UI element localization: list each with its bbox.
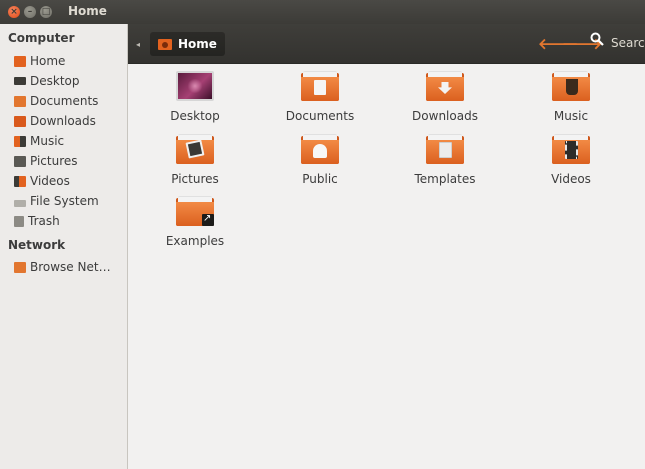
file-item-videos[interactable]: Videos [521, 134, 621, 186]
close-window-button[interactable]: × [8, 6, 20, 18]
desktop-folder-icon [176, 71, 214, 101]
maximize-window-button[interactable]: □ [40, 6, 52, 18]
public-folder-icon [301, 134, 339, 164]
sidebar-item-browse-network[interactable]: Browse Net… [14, 258, 126, 276]
file-item-label: Templates [414, 172, 476, 186]
pictures-icon [14, 155, 26, 167]
file-item-label: Downloads [412, 109, 478, 123]
home-folder-icon [14, 55, 26, 67]
minimize-icon: – [27, 7, 33, 17]
file-item-pictures[interactable]: Pictures [145, 134, 245, 186]
maximize-icon: □ [41, 7, 51, 17]
breadcrumb-label: Home [178, 37, 217, 51]
search-button-label[interactable]: Search [611, 36, 645, 50]
desktop-icon [14, 77, 26, 85]
downloads-icon [14, 115, 26, 127]
sidebar-item-label: Videos [30, 174, 70, 188]
close-icon: × [10, 7, 18, 17]
window-title: Home [68, 4, 107, 18]
file-item-music[interactable]: Music [521, 71, 621, 123]
file-item-desktop[interactable]: Desktop [145, 71, 245, 123]
file-item-public[interactable]: Public [270, 134, 370, 186]
file-item-label: Desktop [170, 109, 220, 123]
file-view[interactable]: Desktop Documents Downloads Music Pictur… [129, 64, 645, 469]
breadcrumb-home[interactable]: Home [150, 32, 225, 56]
examples-folder-icon: ↗ [176, 196, 214, 226]
sidebar-item-label: Trash [28, 214, 60, 228]
file-item-label: Videos [551, 172, 591, 186]
file-item-downloads[interactable]: Downloads [395, 71, 495, 123]
sidebar-item-label: File System [30, 194, 99, 208]
toolbar: ◂ Home 🡐 🡒 Search [128, 24, 645, 64]
sidebar-item-label: Desktop [30, 74, 80, 88]
drive-icon [14, 199, 26, 207]
trash-icon [14, 215, 24, 227]
documents-folder-icon [301, 71, 339, 101]
file-item-label: Examples [165, 234, 225, 248]
videos-icon [14, 175, 26, 187]
breadcrumb-left-arrow-icon[interactable]: ◂ [136, 40, 140, 49]
file-item-templates[interactable]: Templates [395, 134, 495, 186]
file-item-examples[interactable]: ↗ Examples [145, 196, 245, 248]
home-folder-icon [158, 38, 172, 50]
sidebar-item-desktop[interactable]: Desktop [14, 72, 126, 90]
downloads-folder-icon [426, 71, 464, 101]
symlink-arrow-icon: ↗ [203, 213, 212, 224]
file-item-label: Documents [285, 109, 355, 123]
file-item-label: Music [553, 109, 589, 123]
file-item-documents[interactable]: Documents [270, 71, 370, 123]
sidebar-item-documents[interactable]: Documents [14, 92, 126, 110]
documents-icon [14, 95, 26, 107]
sidebar-item-videos[interactable]: Videos [14, 172, 126, 190]
sidebar-item-label: Documents [30, 94, 99, 108]
sidebar-item-label: Pictures [30, 154, 78, 168]
sidebar-section-computer: Computer [8, 31, 75, 45]
sidebar-item-label: Downloads [30, 114, 96, 128]
sidebar-item-label: Music [30, 134, 65, 148]
videos-folder-icon [552, 134, 590, 164]
search-icon[interactable] [590, 32, 604, 46]
network-icon [14, 261, 26, 273]
sidebar-item-pictures[interactable]: Pictures [14, 152, 126, 170]
sidebar-item-file-system[interactable]: File System [14, 192, 126, 210]
file-item-label: Pictures [171, 172, 219, 186]
sidebar-item-home[interactable]: Home [14, 52, 126, 70]
sidebar-item-trash[interactable]: Trash [14, 212, 126, 230]
sidebar-item-label: Home [30, 54, 66, 68]
sidebar-item-music[interactable]: Music [14, 132, 126, 150]
sidebar: Computer Home Desktop Documents Download… [0, 24, 128, 469]
title-bar: × – □ Home [0, 0, 645, 24]
sidebar-section-network: Network [8, 238, 66, 252]
sidebar-item-label: Browse Net… [30, 260, 111, 274]
music-icon [14, 135, 26, 147]
sidebar-item-downloads[interactable]: Downloads [14, 112, 126, 130]
templates-folder-icon [426, 134, 464, 164]
minimize-window-button[interactable]: – [24, 6, 36, 18]
file-item-label: Public [302, 172, 338, 186]
music-folder-icon [552, 71, 590, 101]
pictures-folder-icon [176, 134, 214, 164]
